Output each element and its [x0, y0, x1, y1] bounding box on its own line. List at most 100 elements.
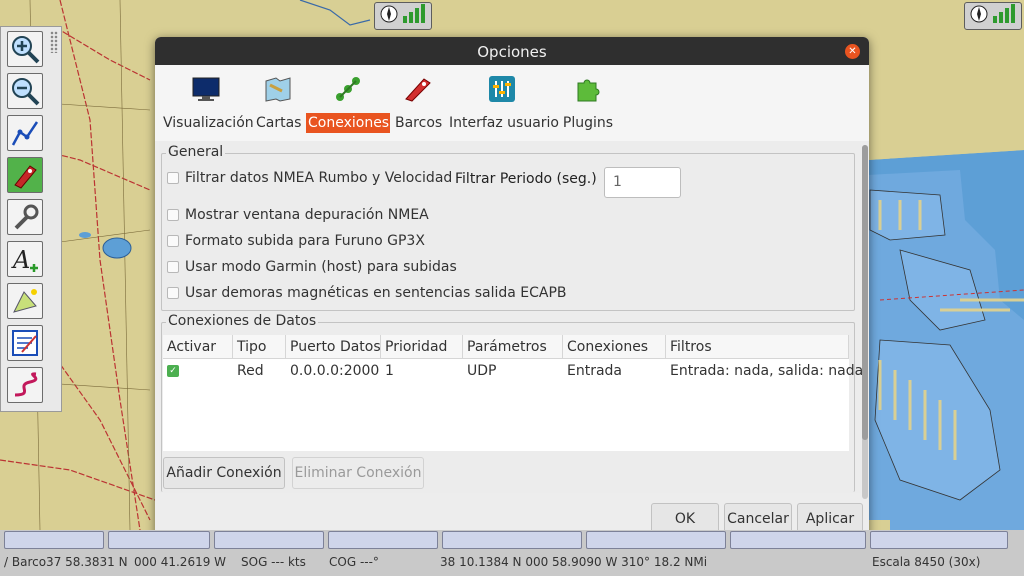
- track-icon: [14, 372, 38, 397]
- tab-interfaz-usuario[interactable]: Interfaz usuario: [447, 71, 559, 137]
- remove-connection-button[interactable]: Eliminar Conexión: [292, 457, 424, 489]
- tab-barcos[interactable]: Barcos: [393, 71, 443, 137]
- tab-label: Visualización: [163, 115, 254, 131]
- tide-current-button[interactable]: [7, 283, 43, 319]
- cursor-position-readout: 38 10.1384 N 000 58.9090 W 310° 18.2 NMi: [440, 555, 708, 569]
- main-toolbar: A: [0, 26, 62, 412]
- boat-latitude: / Barco37 58.3831 N: [4, 555, 128, 569]
- wrench-icon: [14, 204, 39, 230]
- gps-status-widget[interactable]: [374, 2, 432, 30]
- route-icon: [11, 121, 39, 146]
- boat-longitude: 000 41.2619 W: [134, 555, 227, 569]
- signal-strength-icon: [402, 4, 426, 28]
- filter-period-input[interactable]: 1: [604, 167, 681, 198]
- tab-label: Conexiones: [306, 113, 390, 133]
- ship-icon: [14, 165, 37, 189]
- tab-plugins[interactable]: Plugins: [560, 71, 616, 137]
- tab-label: Plugins: [562, 115, 614, 131]
- filter-period-label: Filtrar Periodo (seg.): [455, 171, 597, 187]
- status-panel: [442, 531, 582, 549]
- settings-button[interactable]: [7, 199, 43, 235]
- puzzle-icon: [577, 79, 600, 102]
- status-panel: [108, 531, 210, 549]
- data-connections-legend: Conexiones de Datos: [166, 313, 319, 329]
- zoom-out-icon: [12, 78, 40, 106]
- options-tabbar: Visualización Cartas Conexiones Barcos I…: [155, 65, 869, 141]
- furuno-format-checkbox[interactable]: Formato subida para Furuno GP3X: [167, 233, 425, 249]
- nmea-debug-checkbox[interactable]: Mostrar ventana depuración NMEA: [167, 207, 429, 223]
- ship-icon: [405, 78, 431, 102]
- sliders-icon: [489, 76, 515, 102]
- close-button[interactable]: ✕: [845, 44, 860, 59]
- tab-conexiones[interactable]: Conexiones: [306, 71, 390, 137]
- status-bar: / Barco37 58.3831 N 000 41.2619 W SOG --…: [0, 530, 1024, 576]
- track-button[interactable]: [7, 367, 43, 403]
- chart-scale-readout: Escala 8450 (30x): [872, 555, 981, 569]
- dialog-title: Opciones: [477, 43, 547, 61]
- add-connection-button[interactable]: Añadir Conexión: [163, 457, 285, 489]
- text-button[interactable]: A: [7, 241, 43, 277]
- status-panel: [730, 531, 866, 549]
- status-panel: [870, 531, 1008, 549]
- checkbox-box[interactable]: [167, 209, 179, 221]
- tab-cartas[interactable]: Cartas: [254, 71, 302, 137]
- status-panel: [586, 531, 726, 549]
- sog-readout: SOG --- kts: [241, 555, 306, 569]
- options-dialog: Opciones ✕ Visualización Cartas Conexion…: [155, 37, 869, 541]
- follow-ship-button[interactable]: [7, 157, 43, 193]
- column-header[interactable]: Filtros: [666, 335, 849, 359]
- compass-icon: [380, 5, 398, 27]
- zoom-in-icon: [12, 36, 40, 64]
- cog-readout: COG ---°: [329, 555, 379, 569]
- cell-parametros: UDP: [467, 363, 497, 379]
- checkbox-box[interactable]: [167, 172, 179, 184]
- checkbox-box[interactable]: [167, 287, 179, 299]
- checkbox-label: Usar demoras magnéticas en sentencias sa…: [185, 285, 567, 301]
- column-header[interactable]: Tipo: [233, 335, 286, 359]
- zoom-out-button[interactable]: [7, 73, 43, 109]
- charts-icon: [265, 77, 291, 102]
- magnetic-bearings-checkbox[interactable]: Usar demoras magnéticas en sentencias sa…: [167, 285, 567, 301]
- signal-strength-icon: [992, 4, 1016, 28]
- text-add-icon: A: [11, 246, 38, 274]
- tide-icon: [13, 289, 37, 313]
- garmin-host-checkbox[interactable]: Usar modo Garmin (host) para subidas: [167, 259, 457, 275]
- route-button[interactable]: [7, 115, 43, 151]
- column-header[interactable]: Puerto Datos: [286, 335, 381, 359]
- status-panel: [4, 531, 104, 549]
- column-header[interactable]: Activar: [163, 335, 233, 359]
- cell-conexiones: Entrada: [567, 363, 623, 379]
- filter-nmea-checkbox[interactable]: Filtrar datos NMEA Rumbo y Velocidad: [167, 170, 452, 186]
- dialog-titlebar[interactable]: Opciones ✕: [155, 37, 869, 65]
- tab-label: Barcos: [395, 115, 443, 131]
- zoom-in-button[interactable]: [7, 31, 43, 67]
- connections-table: Activar Tipo Puerto Datos Prioridad Pará…: [163, 335, 863, 451]
- status-panel: [328, 531, 438, 549]
- cell-filtros: Entrada: nada, salida: nada: [670, 363, 864, 379]
- gps-status-widget-right[interactable]: [964, 2, 1022, 30]
- tab-visualizacion[interactable]: Visualización: [161, 71, 254, 137]
- cell-tipo: Red: [237, 363, 264, 379]
- status-panel: [214, 531, 324, 549]
- enabled-checkbox[interactable]: ✓: [167, 365, 179, 377]
- toolbar-grip-handle[interactable]: [50, 31, 58, 53]
- checkbox-label: Formato subida para Furuno GP3X: [185, 233, 425, 249]
- route-manager-button[interactable]: [7, 325, 43, 361]
- checkbox-box[interactable]: [167, 261, 179, 273]
- column-header[interactable]: Parámetros: [463, 335, 563, 359]
- checkbox-label: Filtrar datos NMEA Rumbo y Velocidad: [185, 170, 453, 186]
- svg-text:A: A: [11, 246, 30, 274]
- close-icon: ✕: [848, 46, 857, 57]
- checkbox-box[interactable]: [167, 235, 179, 247]
- compass-icon: [970, 5, 988, 27]
- cell-puerto: 0.0.0.0:2000: [290, 363, 380, 379]
- content-scrollbar-thumb[interactable]: [862, 145, 868, 440]
- checkbox-label: Usar modo Garmin (host) para subidas: [185, 259, 457, 275]
- general-legend: General: [166, 144, 226, 160]
- cell-prioridad: 1: [385, 363, 394, 379]
- column-header[interactable]: Prioridad: [381, 335, 463, 359]
- checkbox-label: Mostrar ventana depuración NMEA: [185, 207, 429, 223]
- column-header[interactable]: Conexiones: [563, 335, 666, 359]
- tab-label: Interfaz usuario: [449, 115, 559, 131]
- tab-label: Cartas: [256, 115, 302, 131]
